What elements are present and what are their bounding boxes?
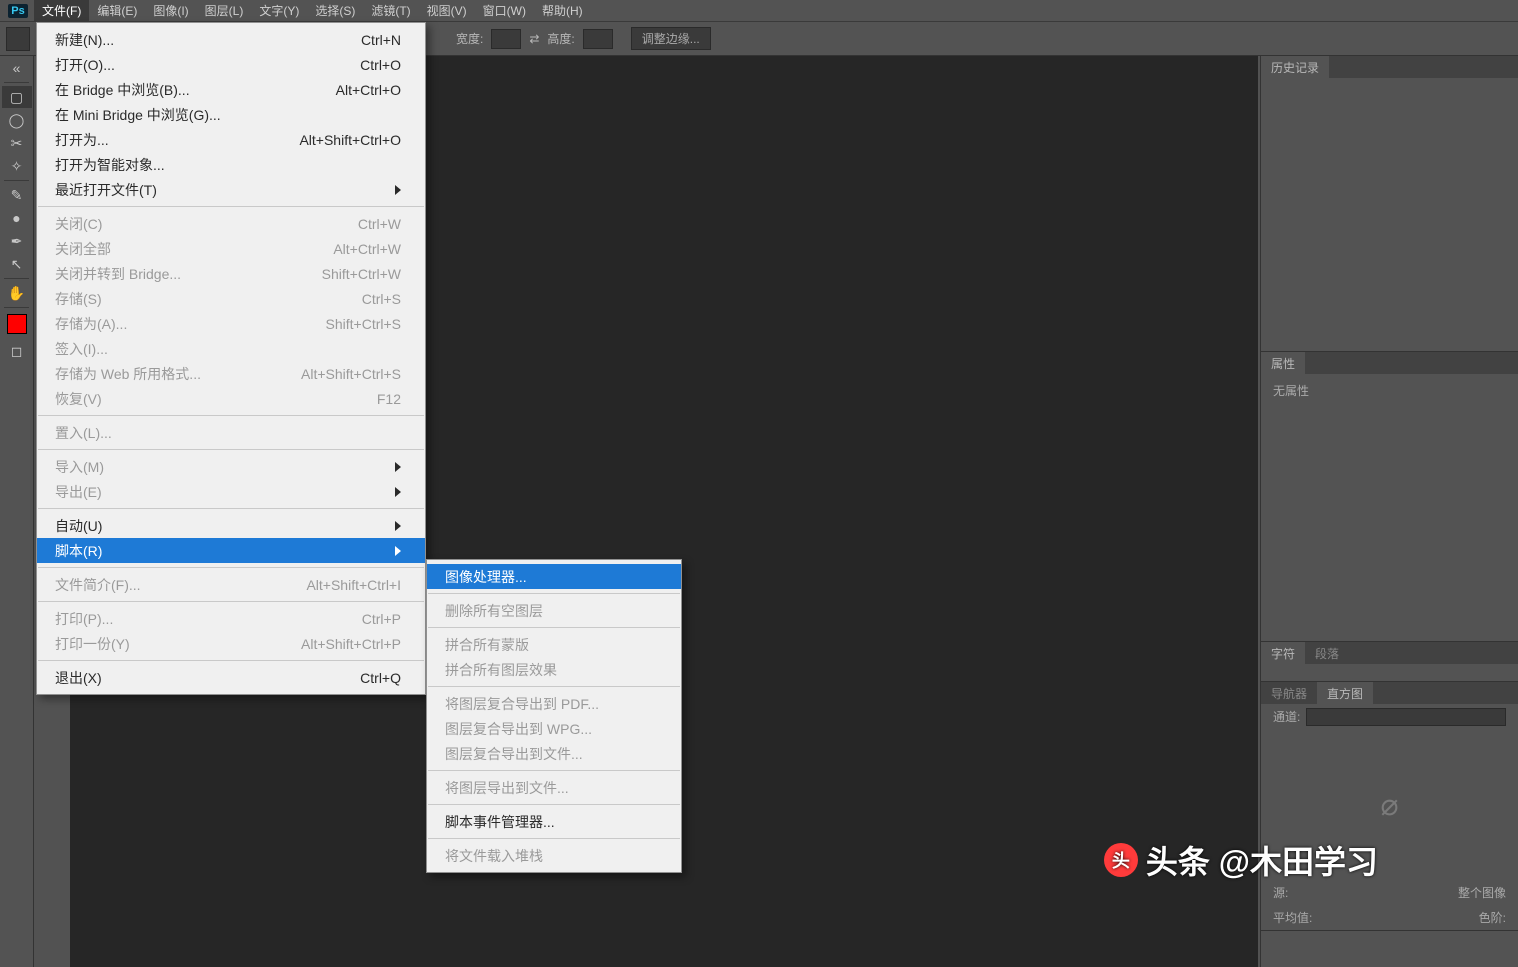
app-logo: Ps [6,2,30,20]
hand-tool[interactable]: ✋ [2,282,32,304]
source-label: 源: [1273,884,1288,901]
file-menu-item[interactable]: 打开(O)...Ctrl+O [37,52,425,77]
script-menu-item: 删除所有空图层 [427,598,681,623]
toolbar: « ▢ ◯ ✂ ✧ ✎ ● ✒ ↖ ✋ ◻ [0,56,34,967]
file-menu-item[interactable]: 在 Bridge 中浏览(B)...Alt+Ctrl+O [37,77,425,102]
menu-help[interactable]: 帮助(H) [534,0,591,21]
file-menu-item: 导入(M) [37,454,425,479]
swap-icon[interactable]: ⇄ [529,32,539,46]
file-menu-item[interactable]: 打开为智能对象... [37,152,425,177]
file-menu-item[interactable]: 打开为...Alt+Shift+Ctrl+O [37,127,425,152]
properties-panel-tab[interactable]: 属性 [1261,352,1305,374]
menu-filter[interactable]: 滤镜(T) [363,0,418,21]
paragraph-panel-tab[interactable]: 段落 [1305,642,1349,664]
script-menu-item: 将图层导出到文件... [427,775,681,800]
file-menu-item[interactable]: 退出(X)Ctrl+Q [37,665,425,690]
file-menu-item[interactable]: 在 Mini Bridge 中浏览(G)... [37,102,425,127]
marquee-tool[interactable]: ▢ [2,86,32,108]
watermark-icon: 头 [1104,843,1138,877]
menu-file[interactable]: 文件(F) [34,0,89,21]
channel-label: 通道: [1273,708,1300,726]
file-menu-item: 存储为(A)...Shift+Ctrl+S [37,311,425,336]
script-menu-item: 拼合所有蒙版 [427,632,681,657]
character-panel-tab[interactable]: 字符 [1261,642,1305,664]
height-label: 高度: [547,30,574,47]
panels: 历史记录 属性 无属性 字符 段落 导航器 直方图 通道: 源: 整个图像 平均… [1260,56,1518,967]
levels-label: 色阶: [1479,909,1506,926]
foreground-color[interactable] [7,314,27,334]
move-tool[interactable]: ↖ [2,253,32,275]
file-menu-dropdown: 新建(N)...Ctrl+N打开(O)...Ctrl+O在 Bridge 中浏览… [36,22,426,695]
file-menu-item[interactable]: 新建(N)...Ctrl+N [37,27,425,52]
crop-tool[interactable]: ✂ [2,132,32,154]
menubar: Ps 文件(F) 编辑(E) 图像(I) 图层(L) 文字(Y) 选择(S) 滤… [0,0,1518,22]
file-menu-item: 打印(P)...Ctrl+P [37,606,425,631]
watermark: 头 头条 @木田学习 [1104,837,1378,883]
tool-preset-icon[interactable] [6,27,30,51]
source-value: 整个图像 [1458,884,1506,901]
mean-label: 平均值: [1273,909,1312,926]
menu-image[interactable]: 图像(I) [145,0,196,21]
file-menu-item[interactable]: 自动(U) [37,513,425,538]
height-input[interactable] [583,29,613,49]
quickmask-icon[interactable]: ◻ [2,340,32,362]
magic-wand-tool[interactable]: ✧ [2,155,32,177]
brush-tool[interactable]: ✎ [2,184,32,206]
menu-window[interactable]: 窗口(W) [475,0,534,21]
file-menu-item[interactable]: 最近打开文件(T) [37,177,425,202]
menu-type[interactable]: 文字(Y) [251,0,307,21]
file-menu-item: 关闭全部Alt+Ctrl+W [37,236,425,261]
file-menu-item: 打印一份(Y)Alt+Shift+Ctrl+P [37,631,425,656]
file-menu-item: 签入(I)... [37,336,425,361]
script-menu-item: 图层复合导出到 WPG... [427,716,681,741]
file-menu-item: 存储为 Web 所用格式...Alt+Shift+Ctrl+S [37,361,425,386]
script-menu-item[interactable]: 脚本事件管理器... [427,809,681,834]
histogram-panel-tab[interactable]: 直方图 [1317,682,1373,704]
script-menu-item: 将图层复合导出到 PDF... [427,691,681,716]
file-menu-item: 文件简介(F)...Alt+Shift+Ctrl+I [37,572,425,597]
script-menu-item: 将文件载入堆栈 [427,843,681,868]
watermark-text: 头条 @木田学习 [1146,837,1378,883]
menu-layer[interactable]: 图层(L) [197,0,252,21]
lasso-tool[interactable]: ◯ [2,109,32,131]
file-menu-item: 导出(E) [37,479,425,504]
menu-edit[interactable]: 编辑(E) [89,0,145,21]
script-submenu: 图像处理器... 删除所有空图层拼合所有蒙版拼合所有图层效果将图层复合导出到 PD… [426,559,682,873]
file-menu-item: 置入(L)... [37,420,425,445]
menu-select[interactable]: 选择(S) [307,0,363,21]
script-menu-item[interactable]: 图像处理器... [427,564,681,589]
history-panel-body [1261,78,1518,138]
navigator-panel-tab[interactable]: 导航器 [1261,682,1317,704]
history-panel-tab[interactable]: 历史记录 [1261,56,1329,78]
file-menu-item: 存储(S)Ctrl+S [37,286,425,311]
collapse-icon[interactable]: « [2,57,32,79]
width-input[interactable] [491,29,521,49]
file-menu-item: 恢复(V)F12 [37,386,425,411]
blur-tool[interactable]: ● [2,207,32,229]
properties-panel-body: 无属性 [1261,374,1518,434]
channel-select[interactable] [1306,708,1506,726]
width-label: 宽度: [456,30,483,47]
file-menu-item[interactable]: 脚本(R) [37,538,425,563]
script-menu-item: 图层复合导出到文件... [427,741,681,766]
script-menu-item: 拼合所有图层效果 [427,657,681,682]
refine-edge-button[interactable]: 调整边缘... [631,27,711,50]
pen-tool[interactable]: ✒ [2,230,32,252]
file-menu-item: 关闭并转到 Bridge...Shift+Ctrl+W [37,261,425,286]
menu-view[interactable]: 视图(V) [419,0,475,21]
file-menu-item: 关闭(C)Ctrl+W [37,211,425,236]
